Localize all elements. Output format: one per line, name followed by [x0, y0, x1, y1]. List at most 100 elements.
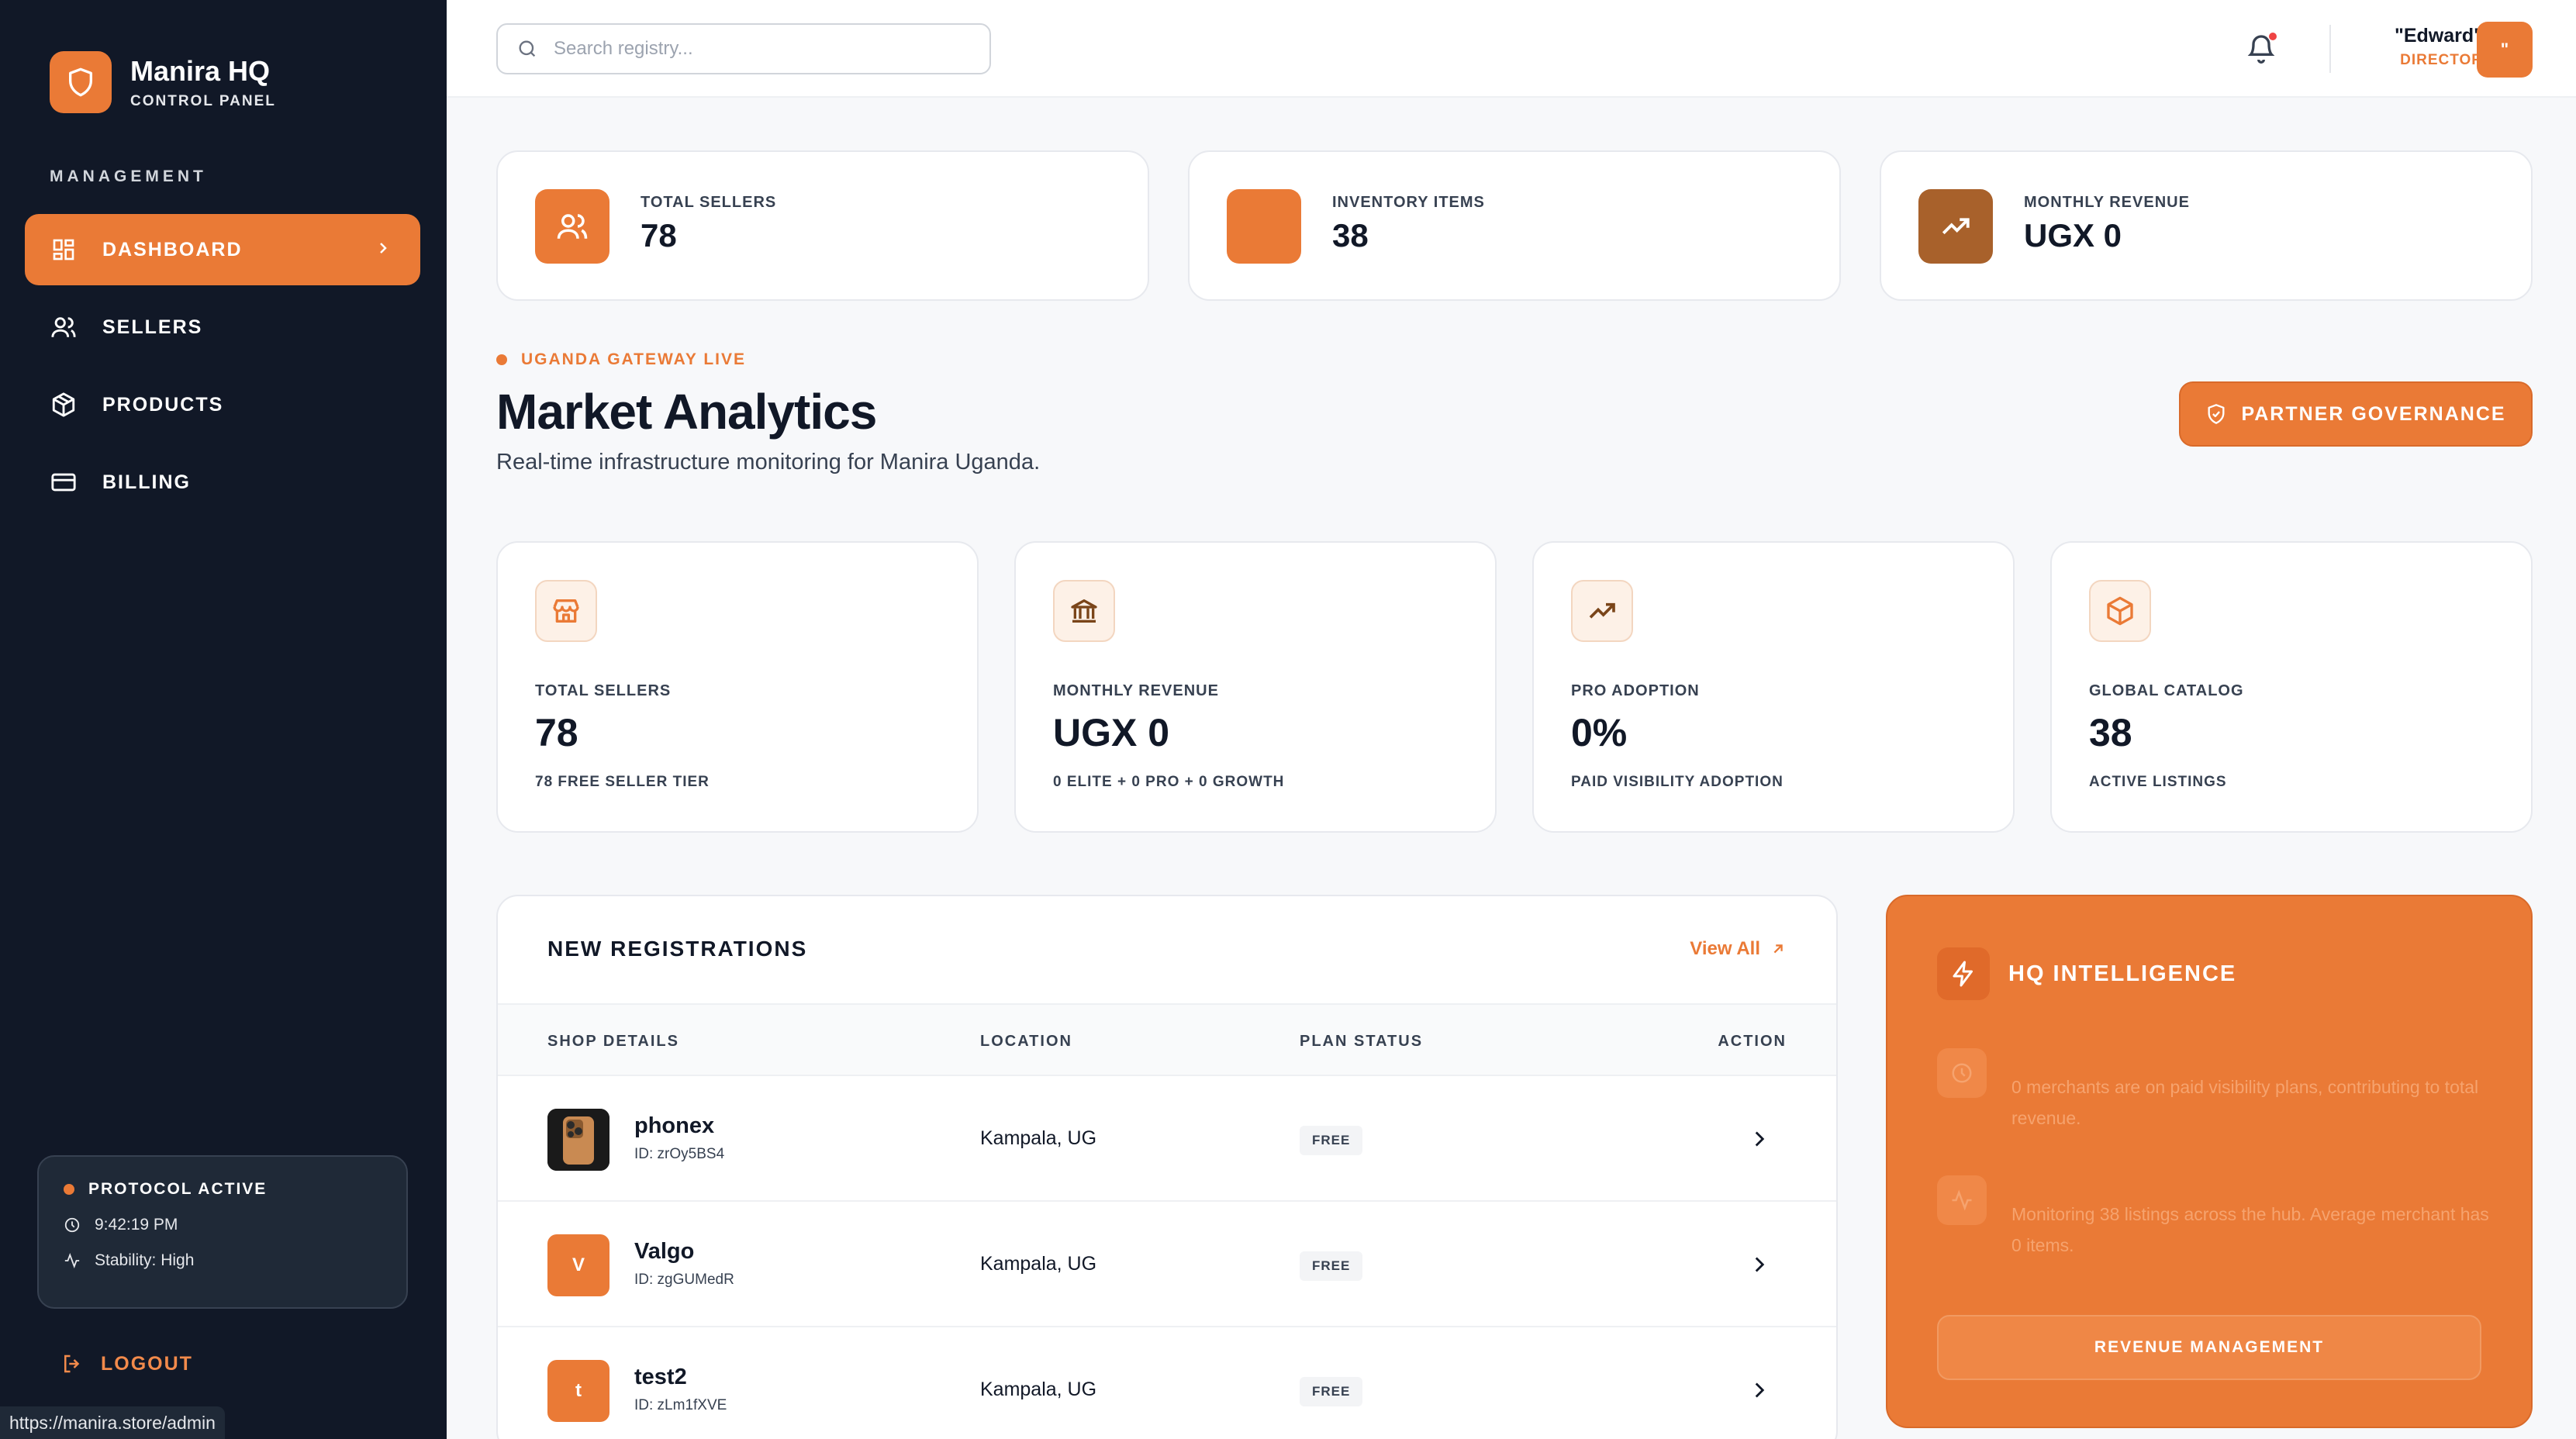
table-row[interactable]: t test2 ID: zLm1fXVE Kampala, UG FREE — [498, 1326, 1836, 1439]
top-stat-total-sellers: TOTAL SELLERS 78 — [496, 150, 1149, 301]
registrations-title: NEW REGISTRATIONS — [547, 937, 808, 961]
brand-subtitle: CONTROL PANEL — [130, 93, 276, 109]
search-box[interactable] — [496, 23, 991, 74]
protocol-status-panel: PROTOCOL ACTIVE 9:42:19 PM Stability: Hi… — [37, 1155, 408, 1309]
metric-label: MONTHLY REVENUE — [1053, 682, 1219, 699]
shop-name: phonex — [634, 1113, 715, 1138]
page-title: Market Analytics — [496, 384, 877, 440]
sidebar-item-label: DASHBOARD — [102, 238, 243, 261]
avatar[interactable]: " — [2477, 22, 2533, 78]
notifications-button[interactable] — [2246, 31, 2277, 69]
chevron-right-icon[interactable] — [1746, 1251, 1773, 1282]
metric-value: UGX 0 — [1053, 711, 1170, 754]
table-row[interactable]: V Valgo ID: zgGUMedR Kampala, UG FREE — [498, 1200, 1836, 1326]
box-icon — [50, 391, 78, 419]
stat-label: MONTHLY REVENUE — [2024, 194, 2190, 211]
metric-subtext: PAID VISIBILITY ADOPTION — [1571, 774, 1784, 790]
grid-icon — [50, 236, 78, 264]
inventory-icon — [1227, 189, 1301, 264]
shop-location: Kampala, UG — [980, 1253, 1097, 1275]
shop-name: Valgo — [634, 1239, 695, 1264]
shop-location: Kampala, UG — [980, 1379, 1097, 1400]
activity-icon — [1937, 1175, 1987, 1225]
plan-badge: FREE — [1300, 1251, 1363, 1281]
sidebar-item-label: PRODUCTS — [102, 393, 224, 416]
metric-card-global-catalog: GLOBAL CATALOG 38 ACTIVE LISTINGS — [2050, 541, 2533, 833]
shop-initial-avatar: t — [547, 1360, 609, 1422]
shop-id: ID: zgGUMedR — [634, 1272, 734, 1288]
topbar-divider — [2329, 25, 2331, 73]
stat-label: TOTAL SELLERS — [641, 194, 777, 211]
shop-name: test2 — [634, 1365, 687, 1389]
sidebar-item-dashboard[interactable]: DASHBOARD — [25, 214, 420, 285]
bank-icon — [1053, 580, 1115, 642]
user-info[interactable]: "Edward" DIRECTOR — [2395, 25, 2483, 69]
notification-dot — [2269, 33, 2277, 40]
brand-title: Manira HQ — [130, 55, 271, 87]
protocol-time: 9:42:19 PM — [95, 1216, 178, 1234]
users-icon — [50, 313, 78, 341]
metric-subtext: 78 FREE SELLER TIER — [535, 774, 710, 790]
metric-value: 0% — [1571, 711, 1628, 754]
metric-value: 78 — [535, 711, 578, 754]
top-stat-inventory-items: INVENTORY ITEMS 38 — [1188, 150, 1841, 301]
brand[interactable]: Manira HQ CONTROL PANEL — [50, 51, 276, 113]
activity-icon — [64, 1253, 80, 1268]
column-header-location: LOCATION — [980, 1033, 1072, 1050]
chevron-right-icon[interactable] — [1746, 1126, 1773, 1156]
chevron-right-icon — [374, 239, 392, 263]
top-stat-monthly-revenue: MONTHLY REVENUE UGX 0 — [1880, 150, 2533, 301]
metric-label: GLOBAL CATALOG — [2089, 682, 2244, 699]
hq-intelligence-panel: HQ INTELLIGENCE 0 merchants are on paid … — [1886, 895, 2533, 1428]
stat-label: INVENTORY ITEMS — [1332, 194, 1485, 211]
revenue-management-button[interactable]: REVENUE MANAGEMENT — [1937, 1315, 2481, 1380]
store-icon — [535, 580, 597, 642]
topbar: "Edward" DIRECTOR " — [447, 0, 2576, 98]
section-label-management: MANAGEMENT — [50, 167, 207, 185]
view-all-link[interactable]: View All — [1690, 938, 1787, 960]
trending-up-icon — [1571, 580, 1633, 642]
column-header-shop: SHOP DETAILS — [547, 1033, 679, 1050]
metric-subtext: 0 ELITE + 0 PRO + 0 GROWTH — [1053, 774, 1285, 790]
shop-id: ID: zrOy5BS4 — [634, 1146, 725, 1162]
shop-initial-avatar: V — [547, 1234, 609, 1296]
plan-badge: FREE — [1300, 1377, 1363, 1406]
sidebar-item-sellers[interactable]: SELLERS — [25, 292, 420, 363]
metric-label: TOTAL SELLERS — [535, 682, 672, 699]
stat-value: UGX 0 — [2024, 217, 2122, 254]
status-bar-url: https://manira.store/admin — [0, 1406, 225, 1439]
sidebar: Manira HQ CONTROL PANEL MANAGEMENT DASHB… — [0, 0, 447, 1439]
user-role: DIRECTOR — [2400, 52, 2483, 68]
sidebar-item-billing[interactable]: BILLING — [25, 447, 420, 518]
partner-governance-button[interactable]: PARTNER GOVERNANCE — [2179, 381, 2533, 447]
users-icon — [535, 189, 609, 264]
shop-thumbnail — [547, 1109, 609, 1171]
box-icon — [2089, 580, 2151, 642]
shield-check-icon — [2208, 404, 2225, 424]
search-input[interactable] — [554, 38, 972, 60]
partner-governance-label: PARTNER GOVERNANCE — [2241, 402, 2506, 425]
live-label: UGANDA GATEWAY LIVE — [521, 350, 747, 368]
logout-icon — [64, 1354, 80, 1373]
table-row[interactable]: phonex ID: zrOy5BS4 Kampala, UG FREE — [498, 1075, 1836, 1200]
shop-id: ID: zLm1fXVE — [634, 1397, 727, 1413]
metric-card-total-sellers: TOTAL SELLERS 78 78 FREE SELLER TIER — [496, 541, 979, 833]
protocol-stability: Stability: High — [95, 1251, 195, 1269]
logout-button[interactable]: LOGOUT — [60, 1352, 193, 1375]
column-header-plan: PLAN STATUS — [1300, 1033, 1424, 1050]
search-icon — [519, 40, 536, 57]
new-registrations-panel: NEW REGISTRATIONS View All SHOP DETAILS … — [496, 895, 1838, 1439]
sidebar-item-label: SELLERS — [102, 316, 203, 338]
metric-subtext: ACTIVE LISTINGS — [2089, 774, 2227, 790]
live-dot — [496, 354, 507, 365]
arrow-up-right-icon — [1773, 944, 1783, 954]
shop-location: Kampala, UG — [980, 1127, 1097, 1149]
sidebar-item-products[interactable]: PRODUCTS — [25, 369, 420, 440]
column-header-action: ACTION — [1718, 1033, 1787, 1050]
insight-text: Monitoring 38 listings across the hub. A… — [2011, 1204, 2489, 1255]
protocol-title: PROTOCOL ACTIVE — [88, 1180, 268, 1198]
trending-up-icon — [1918, 189, 1993, 264]
lightning-icon — [1937, 947, 1990, 1000]
chevron-right-icon[interactable] — [1746, 1377, 1773, 1407]
intelligence-title: HQ INTELLIGENCE — [2008, 961, 2237, 986]
